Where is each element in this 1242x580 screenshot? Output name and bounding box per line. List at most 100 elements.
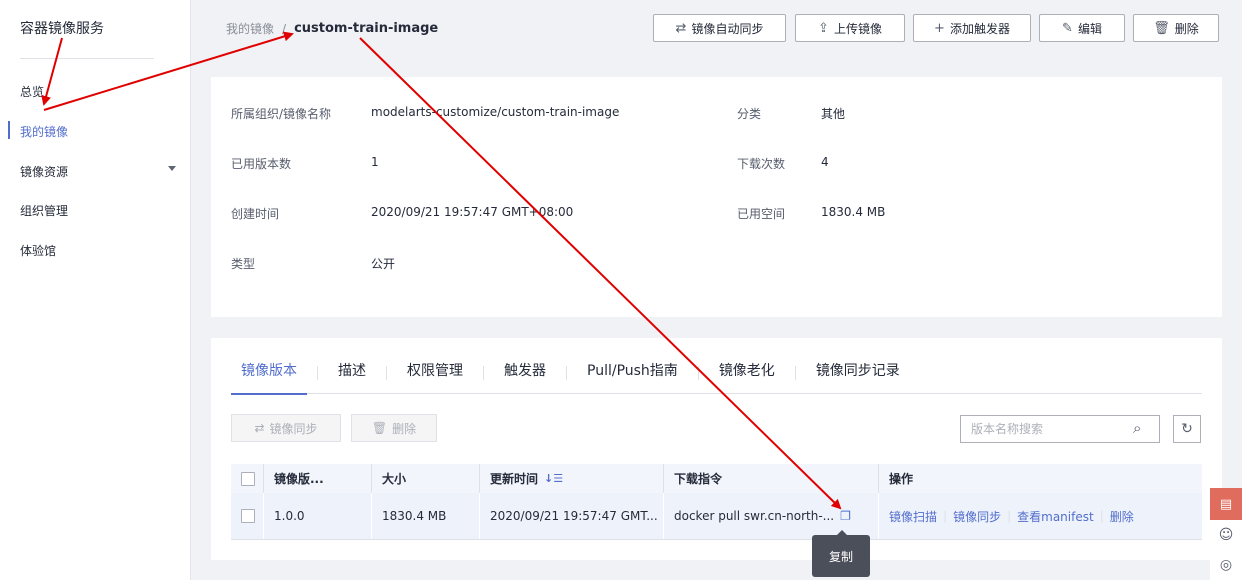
floating-toolbar: ▤ ☺ ◎ (1210, 488, 1242, 580)
version-sync-label: 镜像同步 (269, 421, 318, 436)
auto-sync-button[interactable]: ⇄ 镜像自动同步 (653, 14, 786, 42)
category-value: 其他 (821, 107, 846, 121)
sort-desc-icon[interactable]: ↓☰ (544, 472, 563, 485)
sidebar-item-experience-hall[interactable]: 体验馆 (20, 242, 56, 259)
created-label: 创建时间 (231, 207, 280, 221)
op-separator: | (943, 509, 948, 523)
header-operations: 操作 (889, 472, 914, 486)
caret-down-icon[interactable] (168, 166, 176, 171)
cell-operations: 镜像扫描 | 镜像同步 | 查看manifest | 删除 (879, 493, 1202, 539)
edit-button[interactable]: ✎ 编辑 (1039, 14, 1125, 42)
header-size[interactable]: 大小 (372, 464, 480, 493)
downloads-label: 下载次数 (737, 157, 786, 171)
space-value: 1830.4 MB (821, 205, 886, 219)
op-separator: | (1099, 509, 1104, 523)
upload-label: 上传镜像 (833, 21, 882, 36)
chat-icon[interactable]: ▤ (1210, 488, 1242, 520)
add-trigger-label: 添加触发器 (949, 21, 1010, 36)
type-label: 类型 (231, 257, 256, 271)
sidebar-title: 容器镜像服务 (20, 21, 104, 37)
header-pull-command: 下载指令 (664, 464, 879, 493)
table-row: 1.0.0 1830.4 MB 2020/09/21 19:57:47 GMT.… (231, 493, 1202, 540)
smiley-icon[interactable]: ☺ (1210, 520, 1242, 550)
sidebar: 容器镜像服务 总览 我的镜像 镜像资源 组织管理 体验馆 (0, 0, 191, 580)
version-sync-button[interactable]: ⇄ 镜像同步 (231, 414, 341, 442)
tab-image-aging[interactable]: 镜像老化 (709, 362, 785, 394)
pencil-icon: ✎ (1062, 20, 1073, 36)
tab-image-versions[interactable]: 镜像版本 (231, 362, 307, 395)
tab-description[interactable]: 描述 (328, 362, 376, 394)
upload-icon: ⇪ (818, 20, 829, 36)
category-label: 分类 (737, 107, 762, 121)
tab-permissions[interactable]: 权限管理 (397, 362, 473, 394)
scan-link[interactable]: 镜像扫描 (889, 508, 937, 525)
view-manifest-link[interactable]: 查看manifest (1017, 508, 1094, 525)
version-search-input[interactable] (960, 415, 1160, 443)
plus-icon: + (934, 20, 945, 36)
tab-separator (794, 366, 796, 380)
sidebar-divider (20, 58, 154, 59)
tab-separator (483, 366, 484, 380)
select-all-checkbox[interactable] (241, 471, 255, 486)
breadcrumb-parent[interactable]: 我的镜像 (226, 20, 274, 37)
sidebar-active-indicator (8, 121, 10, 139)
edit-label: 编辑 (1077, 21, 1102, 36)
versions-value: 1 (371, 155, 379, 169)
cell-updated: 2020/09/21 19:57:47 GMT... (480, 493, 664, 539)
row-checkbox[interactable] (241, 509, 255, 523)
org-image-label: 所属组织/镜像名称 (231, 107, 332, 121)
delete-label: 删除 (1174, 21, 1199, 36)
sidebar-item-image-resources[interactable]: 镜像资源 (20, 163, 68, 180)
delete-button[interactable]: 🗑 删除 (1133, 14, 1219, 42)
org-image-value: modelarts-customize/custom-train-image (371, 105, 620, 119)
tab-separator (697, 366, 699, 380)
copy-tooltip: 复制 (812, 530, 870, 577)
tab-bar: 镜像版本 描述 权限管理 触发器 Pull/Push指南 镜像老化 镜像同步记录 (231, 362, 1202, 395)
table-header: 镜像版... 大小 更新时间 ↓☰ 下载指令 操作 (231, 464, 1202, 493)
version-delete-label: 删除 (392, 421, 417, 436)
delete-link[interactable]: 删除 (1110, 508, 1134, 525)
sync-link[interactable]: 镜像同步 (953, 508, 1001, 525)
sidebar-item-overview[interactable]: 总览 (20, 83, 44, 100)
tab-pull-push-guide[interactable]: Pull/Push指南 (577, 362, 688, 394)
row-select-cell (231, 493, 264, 539)
breadcrumb-separator: / (282, 21, 287, 36)
upload-image-button[interactable]: ⇪ 上传镜像 (795, 14, 905, 42)
add-trigger-button[interactable]: + 添加触发器 (913, 14, 1031, 42)
created-value: 2020/09/21 19:57:47 GMT+08:00 (371, 205, 574, 219)
versions-table: 镜像版... 大小 更新时间 ↓☰ 下载指令 操作 1.0.0 1830.4 M… (231, 464, 1202, 540)
search-icon[interactable]: ⌕ (1133, 419, 1141, 437)
downloads-value: 4 (821, 155, 829, 169)
sync-arrows-icon: ⇄ (675, 20, 687, 36)
header-updated-label: 更新时间 (490, 472, 539, 486)
breadcrumb: 我的镜像 / custom-train-image (226, 20, 438, 37)
space-label: 已用空间 (737, 207, 786, 221)
op-separator: | (1007, 509, 1012, 523)
sync-arrows-icon: ⇄ (254, 421, 265, 435)
cell-version: 1.0.0 (264, 493, 372, 539)
auto-sync-label: 镜像自动同步 (691, 21, 764, 36)
image-info-panel: 所属组织/镜像名称 modelarts-customize/custom-tra… (211, 77, 1222, 317)
versions-label: 已用版本数 (231, 157, 292, 171)
versions-panel: 镜像版本 描述 权限管理 触发器 Pull/Push指南 镜像老化 镜像同步记录… (211, 338, 1222, 560)
sidebar-item-org-management[interactable]: 组织管理 (20, 202, 68, 219)
version-delete-button[interactable]: 🗑 删除 (351, 414, 437, 442)
tab-separator (566, 366, 567, 380)
type-value: 公开 (371, 257, 396, 271)
tab-separator (317, 366, 318, 380)
header-updated[interactable]: 更新时间 ↓☰ (480, 464, 664, 493)
header-version[interactable]: 镜像版... (264, 464, 372, 493)
select-all-cell (231, 464, 264, 493)
tab-sync-records[interactable]: 镜像同步记录 (806, 362, 910, 394)
refresh-icon: ↻ (1181, 421, 1193, 437)
breadcrumb-current: custom-train-image (294, 21, 439, 36)
sidebar-item-my-images[interactable]: 我的镜像 (20, 123, 68, 140)
copy-icon[interactable]: ❐ (840, 509, 851, 523)
pull-command-text: docker pull swr.cn-north-... (674, 509, 835, 523)
tab-triggers[interactable]: 触发器 (494, 362, 556, 394)
headset-icon[interactable]: ◎ (1210, 550, 1242, 580)
refresh-button[interactable]: ↻ (1173, 415, 1201, 443)
cell-size: 1830.4 MB (372, 493, 480, 539)
tab-separator (386, 366, 387, 380)
trash-icon: 🗑 (371, 421, 388, 435)
